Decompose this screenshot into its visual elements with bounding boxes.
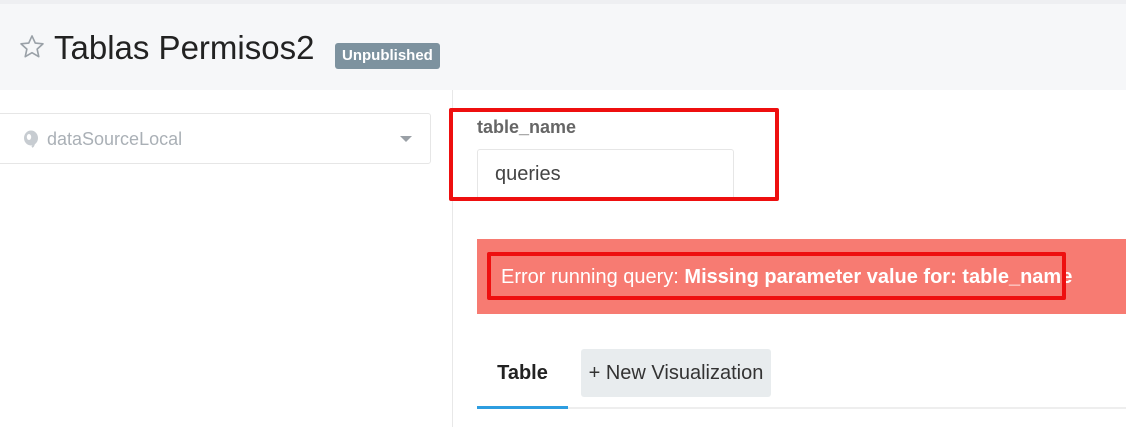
error-alert: Error running query: Missing parameter v… — [477, 239, 1126, 314]
page-header: Tablas Permisos2 Unpublished — [0, 0, 1126, 90]
page-title[interactable]: Tablas Permisos2 — [54, 28, 314, 68]
favorite-star-icon[interactable] — [18, 33, 46, 61]
schema-panel: dataSourceLocal — [0, 90, 453, 427]
datasource-label: dataSourceLocal — [47, 129, 183, 149]
new-visualization-button[interactable]: + New Visualization — [581, 349, 771, 397]
tabs-divider — [477, 407, 1126, 409]
tab-table[interactable]: Table — [477, 349, 568, 409]
error-text: Error running query: Missing parameter v… — [501, 265, 1072, 289]
postgresql-icon — [21, 129, 41, 149]
datasource-select[interactable]: dataSourceLocal — [0, 113, 431, 164]
parameter-input[interactable] — [477, 149, 734, 200]
status-badge: Unpublished — [335, 43, 440, 69]
chevron-down-icon[interactable] — [400, 136, 412, 142]
parameter-label: table_name — [477, 117, 577, 137]
error-message: Missing parameter value for: table_name — [684, 266, 1073, 288]
error-prefix: Error running query: — [501, 266, 685, 288]
